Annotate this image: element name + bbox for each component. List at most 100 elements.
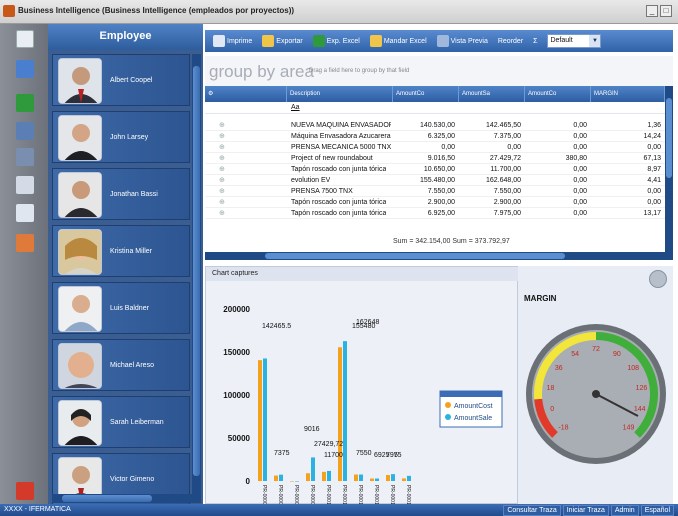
employee-vscrollbar[interactable]	[192, 54, 201, 494]
employee-card[interactable]: Kristina Miller	[52, 225, 190, 277]
maximize-button[interactable]: □	[660, 5, 672, 17]
employee-hscrollbar[interactable]	[52, 494, 201, 503]
table-cell: NUEVA MAQUINA ENVASADORA	[291, 122, 391, 129]
calendar-icon[interactable]	[16, 234, 34, 252]
chart-panel-header[interactable]: Chart captures	[206, 267, 519, 281]
grid-hscrollbar[interactable]	[205, 252, 673, 260]
table-row[interactable]: ⊕ Máquina Envasadora Azucarera 6.325,00 7.3…	[205, 131, 665, 142]
scroll-thumb[interactable]	[193, 66, 200, 476]
row-expand-icon[interactable]: ⊕	[219, 131, 225, 142]
print-button[interactable]: Imprime	[209, 33, 256, 49]
row-expand-icon[interactable]: ⊕	[219, 186, 225, 197]
scroll-thumb[interactable]	[265, 253, 565, 259]
employee-card[interactable]: Albert Coopel	[52, 54, 190, 106]
table-cell: 142.465,50	[485, 122, 521, 129]
row-expand-icon[interactable]: ⊕	[219, 153, 225, 164]
employee-card[interactable]: Luis Baldner	[52, 282, 190, 334]
export-icon	[262, 35, 275, 47]
employee-card[interactable]: Jonathan Bassi	[52, 168, 190, 220]
table-row[interactable]: ⊕ PRENSA MECANICA 5000 TNX 0,00 0,00 0,00 0,0…	[205, 142, 665, 153]
gauge-tick-label: 18	[547, 385, 555, 392]
employee-list: Albert Coopel John Larsey Jonathan Bassi…	[52, 54, 190, 505]
margin-gauge: -18 0 18 36 54 72 90 108 126 144 149	[526, 324, 666, 464]
status-bar: XXXX - IFERMATICA Consultar Traza Inicia…	[0, 504, 678, 516]
chart-bar	[306, 473, 310, 481]
save-icon[interactable]	[16, 60, 34, 78]
reorder-button[interactable]: Reorder	[494, 33, 527, 49]
column-header-amountcost[interactable]: AmountCo	[393, 86, 459, 102]
export-button[interactable]: Exportar	[258, 33, 306, 49]
employee-photo	[58, 172, 102, 218]
sum-button[interactable]: Σ	[529, 33, 541, 49]
gauge-tick-label: 36	[555, 365, 563, 372]
table-row[interactable]: ⊕ Tapón roscado con junta tórica 2.900,00 2…	[205, 197, 665, 208]
exit-icon[interactable]	[16, 482, 34, 500]
filter-row[interactable]: Aa	[205, 104, 665, 114]
gauge-tick-label: 0	[550, 406, 554, 413]
employee-photo	[58, 286, 102, 332]
column-header-amountsale[interactable]: AmountSa	[459, 86, 525, 102]
table-cell: 0,00	[573, 188, 587, 195]
employee-card[interactable]: John Larsey	[52, 111, 190, 163]
excel-icon[interactable]	[16, 94, 34, 112]
send-excel-button[interactable]: Mandar Excel	[366, 33, 431, 49]
row-expand-icon[interactable]: ⊕	[219, 208, 225, 219]
employee-photo	[58, 229, 102, 275]
document-icon[interactable]	[16, 30, 34, 48]
row-expand-icon[interactable]: ⊕	[219, 164, 225, 175]
group-by-hint: Drag a field here to group by that field	[309, 68, 410, 74]
chart-bar	[290, 481, 294, 482]
table-row[interactable]: ⊕ PRENSA 7500 TNX 7.550,00 7.550,00 0,00 0,00	[205, 186, 665, 197]
language-button[interactable]: Español	[640, 505, 674, 516]
column-header-margin[interactable]: MARGIN	[591, 86, 665, 102]
tools-icon[interactable]	[16, 122, 34, 140]
group-by-area[interactable]: group by area Drag a field here to group…	[205, 56, 673, 86]
scroll-thumb[interactable]	[62, 495, 152, 502]
row-expand-icon[interactable]: ⊕	[219, 197, 225, 208]
start-trace-button[interactable]: Iniciar Traza	[562, 505, 609, 516]
gauge-tick-label: 144	[634, 406, 646, 413]
table-row[interactable]: ⊕ Tapón roscado con junta tórica 6.925,00 7…	[205, 208, 665, 219]
settings-icon[interactable]	[16, 148, 34, 166]
column-header-amountcost-2[interactable]: AmountCo	[525, 86, 591, 102]
filter-text[interactable]: Aa	[291, 104, 300, 111]
table-cell: PRENSA MECANICA 5000 TNX	[291, 144, 391, 151]
preview-icon[interactable]	[16, 204, 34, 222]
legend-label: AmountSale	[454, 415, 492, 422]
data-label: 7550	[356, 450, 372, 457]
data-label: 9016	[304, 426, 320, 433]
chevron-down-icon[interactable]: ▼	[589, 35, 601, 47]
y-tick-label: 100000	[223, 391, 250, 400]
layout-select[interactable]: Default ▼	[547, 34, 602, 48]
table-cell: 4,41	[647, 177, 661, 184]
chart-panel: Chart captures 0 50000 100000 150000 200000 P…	[205, 266, 519, 505]
table-row[interactable]: ⊕ Tapón roscado con junta tórica 10.650,00…	[205, 164, 665, 175]
minimize-button[interactable]: _	[646, 5, 658, 17]
gauge-tick-label: 54	[571, 351, 579, 358]
grid-vscrollbar[interactable]	[665, 86, 673, 252]
table-cell: 162.648,00	[485, 177, 521, 184]
table-row[interactable]: ⊕ Project of new roundabout 9.016,50 27.429…	[205, 153, 665, 164]
admin-button[interactable]: Admin	[610, 505, 639, 516]
table-row[interactable]: ⊕ NUEVA MAQUINA ENVASADORA 140.530,00 142.4…	[205, 120, 665, 131]
column-header-description[interactable]: Description	[287, 86, 393, 102]
employee-card[interactable]: Michael Areso	[52, 339, 190, 391]
import-icon[interactable]	[16, 176, 34, 194]
column-chooser-icon[interactable]: ⚙	[205, 86, 287, 102]
chart-bar	[359, 474, 363, 481]
employee-photo	[58, 58, 102, 104]
row-expand-icon[interactable]: ⊕	[219, 175, 225, 186]
table-cell: 7.550,00	[493, 188, 521, 195]
scroll-thumb[interactable]	[666, 98, 672, 178]
group-by-title: group by area	[209, 62, 314, 81]
preview-button[interactable]: Vista Previa	[433, 33, 492, 49]
consult-trace-button[interactable]: Consultar Traza	[503, 505, 561, 516]
employee-card[interactable]: Sarah Leiberman	[52, 396, 190, 448]
row-expand-icon[interactable]: ⊕	[219, 142, 225, 153]
table-cell: 7.975,00	[493, 210, 521, 217]
x-tick-label: PR-00015	[389, 485, 395, 505]
table-row[interactable]: ⊕ evolution EV 155.480,00 162.648,00 0,00 4,4…	[205, 175, 665, 186]
row-expand-icon[interactable]: ⊕	[219, 120, 225, 131]
export-excel-button[interactable]: Exp. Excel	[309, 33, 364, 49]
data-grid: ⚙ Description AmountCo AmountSa AmountCo…	[205, 86, 673, 260]
